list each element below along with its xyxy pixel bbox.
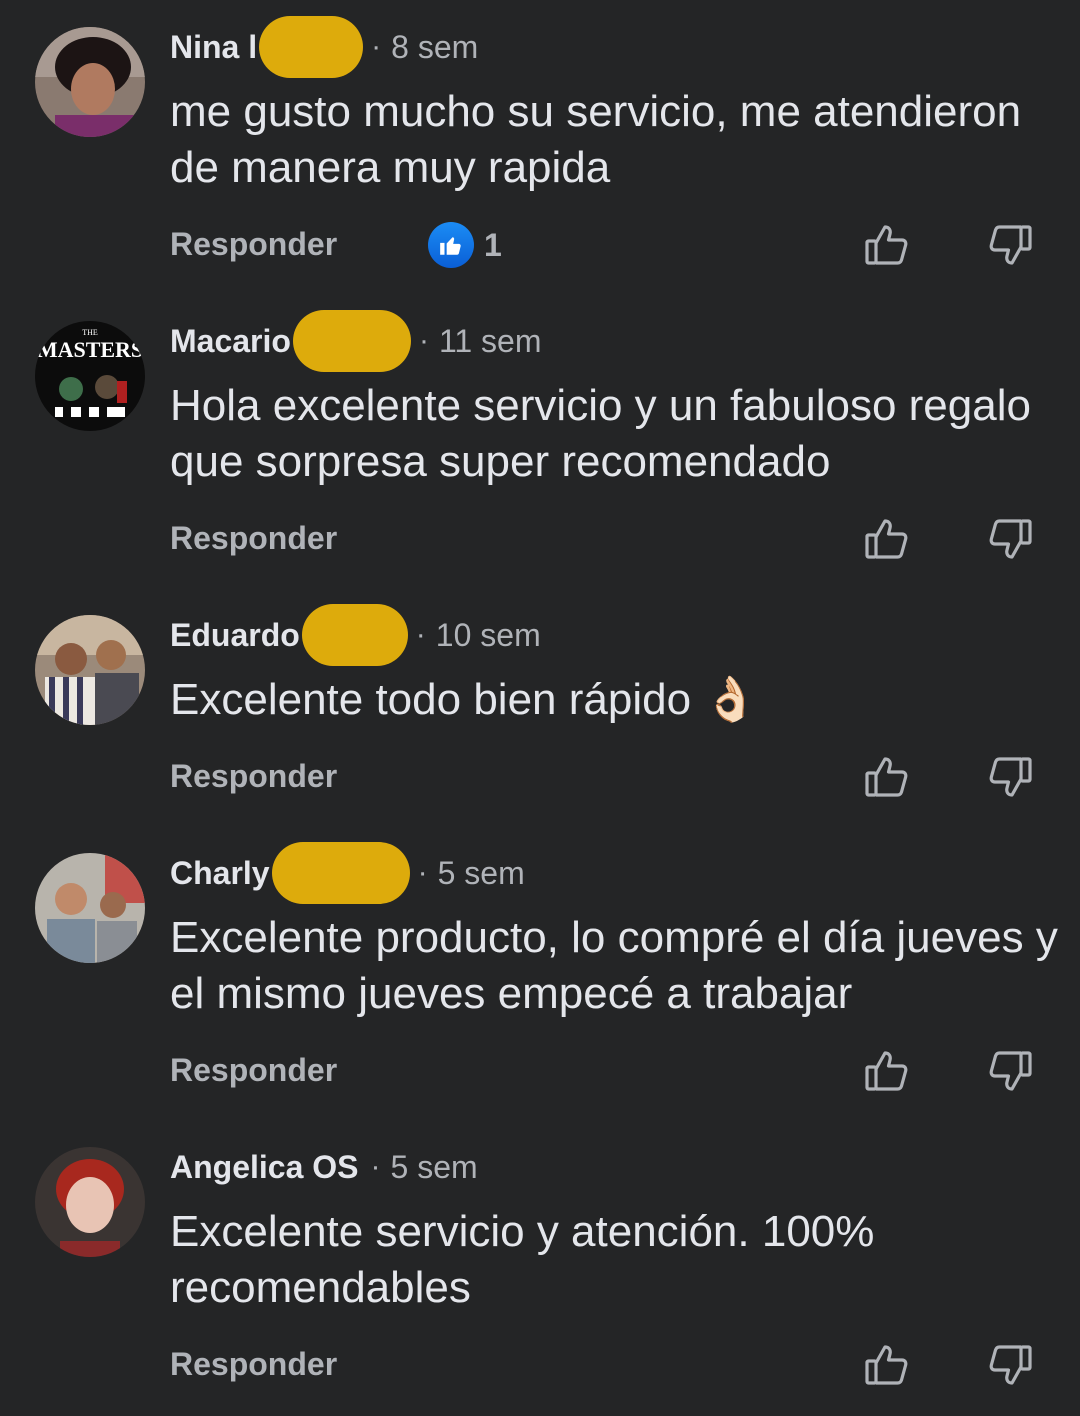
avatar-text: MASTERS [37,337,143,362]
reply-button[interactable]: Responder [170,226,337,263]
reply-button[interactable]: Responder [170,1346,337,1383]
comment-text: Hola excelente servicio y un fabuloso re… [170,381,1031,486]
thumbs-down-icon[interactable] [987,1341,1035,1389]
redaction-mark [301,604,408,666]
reaction-count: 1 [484,226,502,263]
comment-header: Nina l · 8 sem [170,16,478,78]
reply-button[interactable]: Responder [170,758,337,795]
comment-text: Excelente todo bien rápido 👌🏻 [170,675,759,724]
reply-button[interactable]: Responder [170,520,337,557]
thumbs-up-icon[interactable] [862,1047,910,1095]
separator-dot: · [370,1150,381,1183]
comment-text: me gusto mucho su servicio, me atendiero… [170,87,1022,192]
thumbs-up-icon[interactable] [862,753,910,801]
reaction-summary[interactable]: 1 [428,222,502,268]
timestamp[interactable]: 11 sem [439,323,542,360]
timestamp[interactable]: 8 sem [391,29,478,66]
thumbs-up-icon[interactable] [862,221,910,269]
thumbs-down-icon[interactable] [987,221,1035,269]
separator-dot: · [417,856,428,889]
author-name[interactable]: Charly [170,855,270,892]
comment-header: Macario · 11 sem [170,310,542,372]
timestamp[interactable]: 10 sem [436,617,541,654]
comment-text: Excelente servicio y atención. 100% reco… [170,1207,875,1312]
comment-text: Excelente producto, lo compré el día jue… [170,913,1058,1018]
redaction-mark [259,16,364,78]
comment-header: Eduardo · 10 sem [170,604,541,666]
like-reaction-icon [428,222,474,268]
separator-dot: · [371,30,382,63]
avatar-small-text: THE [82,328,98,337]
thumbs-down-icon[interactable] [987,753,1035,801]
avatar[interactable] [35,1147,145,1257]
author-name[interactable]: Angelica OS [170,1149,359,1186]
author-name[interactable]: Eduardo [170,617,300,654]
redaction-mark [292,310,411,372]
thumbs-up-icon[interactable] [862,515,910,563]
author-name[interactable]: Macario [170,323,291,360]
author-name[interactable]: Nina l [170,29,257,66]
timestamp[interactable]: 5 sem [391,1149,478,1186]
redaction-mark [271,842,410,904]
avatar[interactable] [35,853,145,963]
avatar[interactable] [35,27,145,137]
avatar[interactable]: THE MASTERS [35,321,145,431]
thumbs-down-icon[interactable] [987,515,1035,563]
avatar[interactable] [35,615,145,725]
thumbs-up-icon[interactable] [862,1341,910,1389]
reply-button[interactable]: Responder [170,1052,337,1089]
timestamp[interactable]: 5 sem [438,855,525,892]
comment-header: Angelica OS · 5 sem [170,1147,478,1187]
separator-dot: · [418,324,429,357]
thumbs-down-icon[interactable] [987,1047,1035,1095]
comment-header: Charly · 5 sem [170,842,525,904]
separator-dot: · [415,618,426,651]
